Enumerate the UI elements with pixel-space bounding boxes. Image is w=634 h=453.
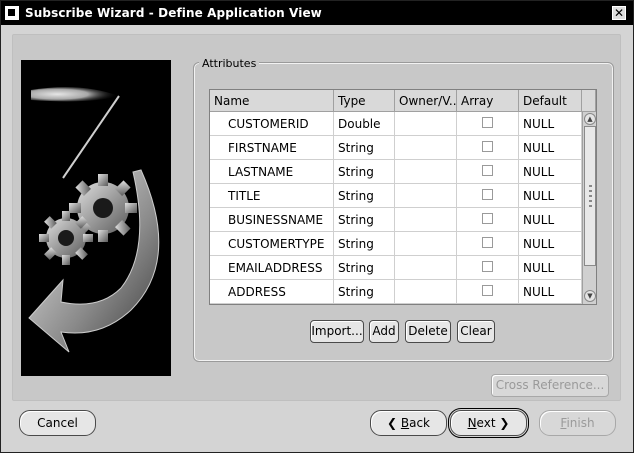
window-title: Subscribe Wizard - Define Application Vi… xyxy=(25,6,322,20)
cell-owner[interactable] xyxy=(395,184,457,208)
finish-label: inish xyxy=(566,416,595,430)
vertical-scrollbar[interactable]: ▲ ▼ xyxy=(582,112,596,304)
cell-type[interactable]: Double xyxy=(334,112,395,136)
column-header-default[interactable]: Default xyxy=(519,90,582,112)
column-header-name[interactable]: Name xyxy=(210,90,334,112)
cell-array xyxy=(457,184,519,208)
attributes-label: Attributes xyxy=(199,57,260,70)
header-corner xyxy=(582,90,596,112)
cell-type[interactable]: String xyxy=(334,256,395,280)
cross-reference-button[interactable]: Cross Reference... xyxy=(491,374,609,397)
cell-name[interactable]: CUSTOMERTYPE xyxy=(210,232,334,256)
cancel-button[interactable]: Cancel xyxy=(19,410,96,436)
grip-dot xyxy=(589,190,592,192)
cell-type[interactable]: String xyxy=(334,160,395,184)
table-row[interactable]: CUSTOMERTYPE String NULL xyxy=(210,232,582,256)
table-row[interactable]: TITLE String NULL xyxy=(210,184,582,208)
array-checkbox[interactable] xyxy=(482,141,493,152)
cell-default[interactable]: NULL xyxy=(519,184,582,208)
array-checkbox[interactable] xyxy=(482,189,493,200)
cell-name[interactable]: CUSTOMERID xyxy=(210,112,334,136)
next-mnemonic: N xyxy=(467,416,477,430)
cell-array xyxy=(457,112,519,136)
cell-default[interactable]: NULL xyxy=(519,160,582,184)
array-checkbox[interactable] xyxy=(482,117,493,128)
cell-array xyxy=(457,136,519,160)
cell-owner[interactable] xyxy=(395,256,457,280)
cell-type[interactable]: String xyxy=(334,280,395,304)
scrollbar-thumb[interactable] xyxy=(584,126,596,266)
scroll-down-icon[interactable]: ▼ xyxy=(584,290,596,302)
column-header-type[interactable]: Type xyxy=(334,90,395,112)
grip-dot xyxy=(589,205,592,207)
import-button[interactable]: Import... xyxy=(310,320,364,343)
cell-owner[interactable] xyxy=(395,160,457,184)
cell-name[interactable]: ADDRESS xyxy=(210,280,334,304)
array-checkbox[interactable] xyxy=(482,165,493,176)
cell-owner[interactable] xyxy=(395,112,457,136)
table-row[interactable]: LASTNAME String NULL xyxy=(210,160,582,184)
table-header: Name Type Owner/V... Array Default xyxy=(210,90,596,112)
scroll-up-icon[interactable]: ▲ xyxy=(584,113,596,125)
cell-default[interactable]: NULL xyxy=(519,136,582,160)
cell-owner[interactable] xyxy=(395,136,457,160)
table-row[interactable]: ADDRESS String NULL xyxy=(210,280,582,304)
finish-button[interactable]: Finish xyxy=(539,410,616,436)
close-icon[interactable]: ✕ xyxy=(612,6,626,20)
cell-owner[interactable] xyxy=(395,280,457,304)
cell-array xyxy=(457,256,519,280)
clear-button[interactable]: Clear xyxy=(457,320,495,343)
cell-default[interactable]: NULL xyxy=(519,112,582,136)
add-button[interactable]: Add xyxy=(369,320,399,343)
back-label: ack xyxy=(409,416,431,430)
table-row[interactable]: EMAILADDRESS String NULL xyxy=(210,256,582,280)
cell-name[interactable]: EMAILADDRESS xyxy=(210,256,334,280)
array-checkbox[interactable] xyxy=(482,213,493,224)
back-arrow-icon: ❮ xyxy=(386,416,398,430)
grip-dot xyxy=(589,195,592,197)
cell-name[interactable]: FIRSTNAME xyxy=(210,136,334,160)
array-checkbox[interactable] xyxy=(482,261,493,272)
grip-dot xyxy=(589,200,592,202)
next-label: ext xyxy=(476,416,496,430)
array-checkbox[interactable] xyxy=(482,237,493,248)
cell-default[interactable]: NULL xyxy=(519,256,582,280)
attributes-table[interactable]: Name Type Owner/V... Array Default CUSTO… xyxy=(209,89,597,305)
table-row[interactable]: CUSTOMERID Double NULL xyxy=(210,112,582,136)
cell-type[interactable]: String xyxy=(334,184,395,208)
cell-default[interactable]: NULL xyxy=(519,280,582,304)
cell-type[interactable]: String xyxy=(334,136,395,160)
cell-owner[interactable] xyxy=(395,232,457,256)
app-icon xyxy=(5,6,19,20)
cell-name[interactable]: BUSINESSNAME xyxy=(210,208,334,232)
cell-owner[interactable] xyxy=(395,208,457,232)
back-mnemonic: B xyxy=(400,416,410,430)
cell-default[interactable]: NULL xyxy=(519,208,582,232)
cell-default[interactable]: NULL xyxy=(519,232,582,256)
wizard-gears-illustration xyxy=(21,60,171,376)
cell-type[interactable]: String xyxy=(334,208,395,232)
cell-array xyxy=(457,208,519,232)
grip-dot xyxy=(589,185,592,187)
table-row[interactable]: FIRSTNAME String NULL xyxy=(210,136,582,160)
cell-name[interactable]: LASTNAME xyxy=(210,160,334,184)
next-arrow-icon: ❯ xyxy=(499,416,510,430)
title-bar[interactable]: Subscribe Wizard - Define Application Vi… xyxy=(1,1,633,25)
column-header-array[interactable]: Array xyxy=(457,90,519,112)
array-checkbox[interactable] xyxy=(482,285,493,296)
column-header-owner[interactable]: Owner/V... xyxy=(395,90,457,112)
cell-array xyxy=(457,160,519,184)
back-button[interactable]: ❮ Back xyxy=(370,410,447,436)
table-row[interactable]: BUSINESSNAME String NULL xyxy=(210,208,582,232)
cell-array xyxy=(457,280,519,304)
next-button[interactable]: Next ❯ xyxy=(448,408,529,438)
cell-array xyxy=(457,232,519,256)
wizard-window: Subscribe Wizard - Define Application Vi… xyxy=(0,0,634,453)
delete-button[interactable]: Delete xyxy=(405,320,451,343)
cell-type[interactable]: String xyxy=(334,232,395,256)
cell-name[interactable]: TITLE xyxy=(210,184,334,208)
